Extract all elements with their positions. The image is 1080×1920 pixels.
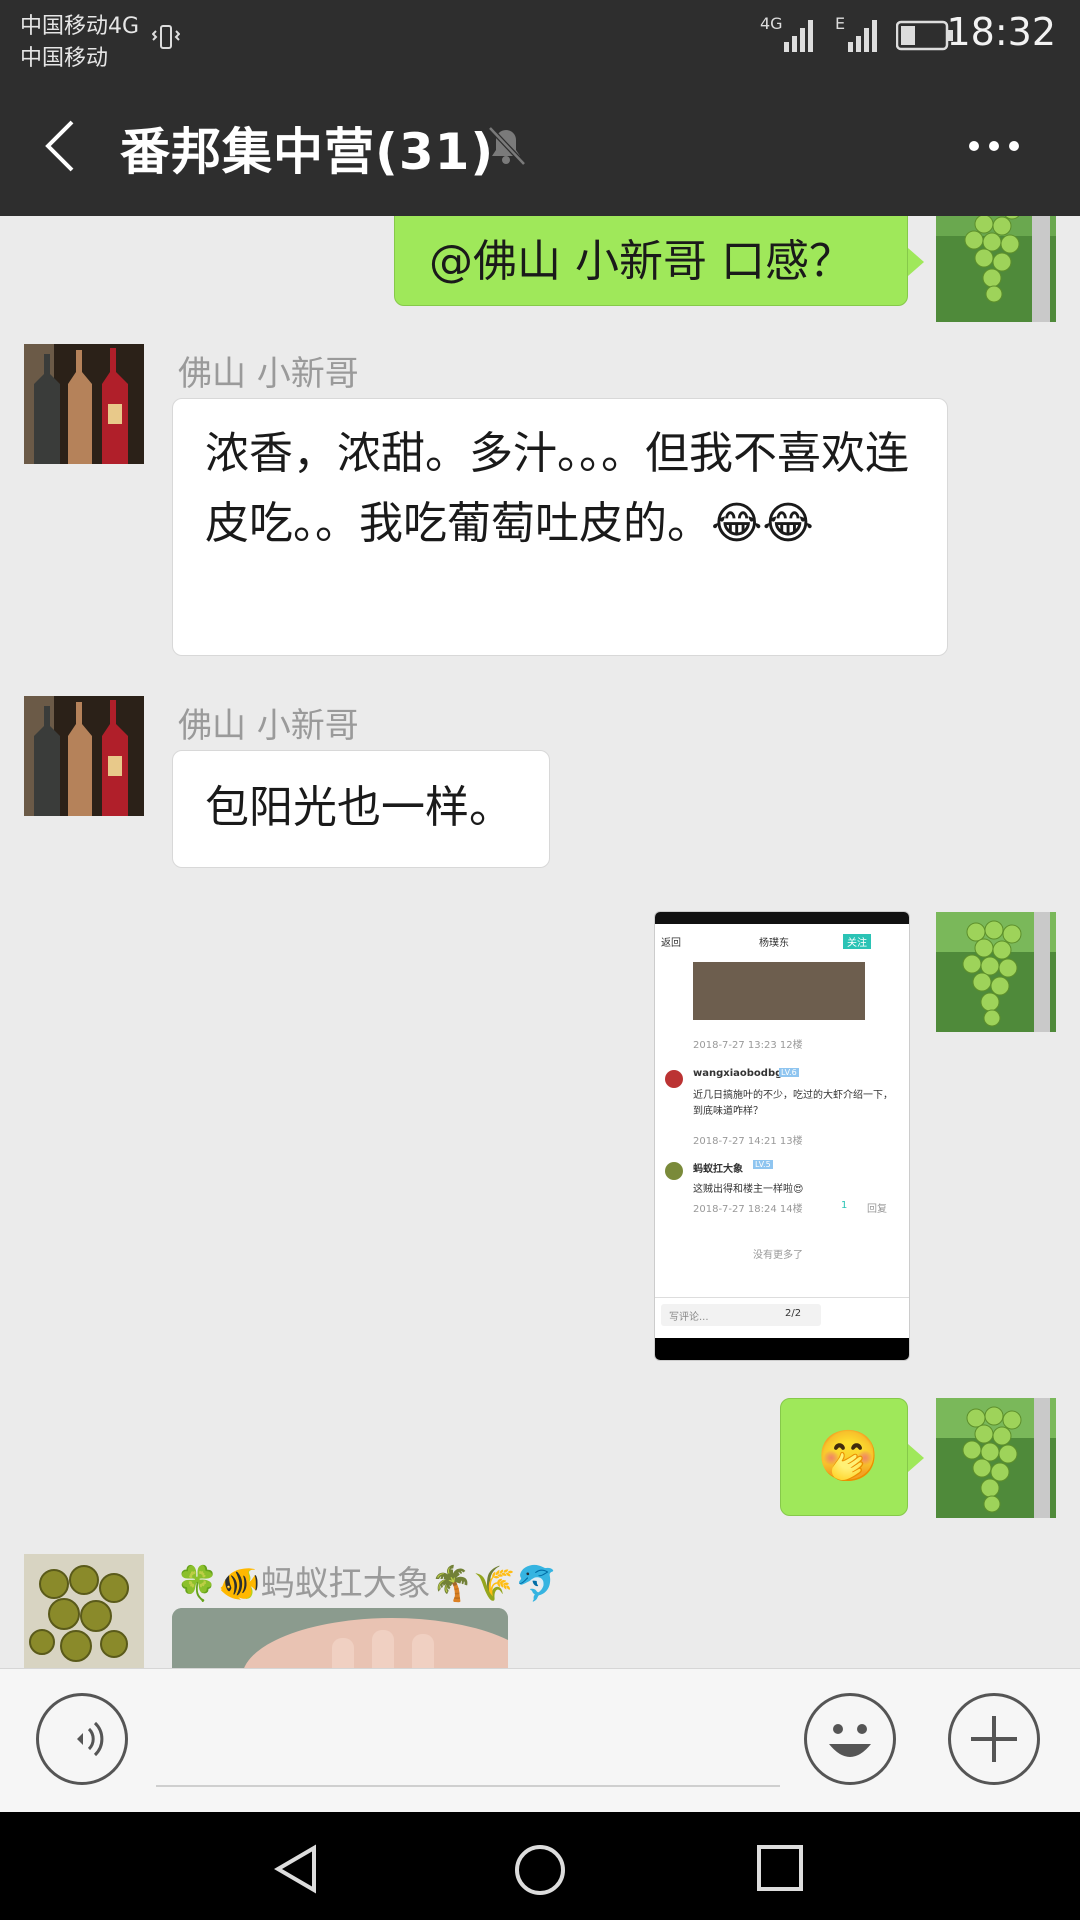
message-text: 包阳光也一样。 bbox=[205, 782, 513, 833]
thumb-meta: 2018-7-27 18:24 14楼 bbox=[693, 1204, 803, 1215]
more-dots-icon[interactable] bbox=[966, 138, 1026, 154]
nav-recents-icon[interactable] bbox=[756, 1844, 804, 1892]
thumb-reply: 回复 bbox=[867, 1204, 887, 1215]
thumb-comment-user: wangxiaobodbg bbox=[693, 1068, 783, 1079]
chat-header: 番邦集中营(31) bbox=[0, 74, 1080, 216]
message-input-bar bbox=[0, 1668, 1080, 1813]
chat-title: 番邦集中营(31) bbox=[120, 123, 495, 181]
thumb-likes: 1 bbox=[841, 1200, 848, 1211]
message-bubble-other[interactable]: 包阳光也一样。 bbox=[172, 750, 550, 868]
sender-name: 佛山 小新哥 bbox=[178, 706, 359, 746]
message-text: @佛山 小新哥 口感？ bbox=[429, 236, 853, 287]
network-4g-label: 4G bbox=[760, 14, 783, 33]
avatar-self[interactable] bbox=[936, 912, 1056, 1032]
nav-home-icon[interactable] bbox=[512, 1842, 568, 1898]
bell-off-icon bbox=[488, 126, 526, 166]
chevron-left-icon[interactable] bbox=[40, 118, 80, 174]
avatar-foshan-xiaoxinge[interactable] bbox=[24, 696, 144, 816]
thumb-back-label: 返回 bbox=[661, 938, 681, 949]
shared-screenshot-image[interactable]: 返回 杨璞东 关注 2018-7-27 13:23 12楼 wangxiaobo… bbox=[654, 911, 910, 1361]
message-bubble-self[interactable]: @佛山 小新哥 口感？ bbox=[394, 216, 908, 306]
avatar-foshan-xiaoxinge[interactable] bbox=[24, 344, 144, 464]
carrier-label-2: 中国移动 bbox=[20, 46, 109, 71]
clock: 18:32 bbox=[946, 10, 1056, 54]
avatar-mayi-kangdaxiang[interactable] bbox=[24, 1554, 144, 1668]
image-message[interactable] bbox=[172, 1608, 508, 1668]
thumb-follow-label: 关注 bbox=[843, 934, 871, 949]
thumb-comment-user: 蚂蚁扛大象 bbox=[693, 1164, 743, 1175]
bubble-tail bbox=[908, 248, 924, 276]
message-bubble-other[interactable]: 浓香，浓甜。多汁。。。但我不喜欢连皮吃。。我吃葡萄吐皮的。😂😂 bbox=[172, 398, 948, 656]
network-e-label: E bbox=[835, 14, 846, 33]
sender-name: 🍀🐠蚂蚁扛大象🌴🌾🐬 bbox=[176, 1564, 558, 1604]
thumb-comment-text: 这贼出得和楼主一样啦😍 bbox=[693, 1184, 804, 1195]
thumb-write: 写评论... bbox=[669, 1312, 709, 1323]
avatar-self[interactable] bbox=[936, 216, 1056, 322]
bubble-tail bbox=[908, 1444, 924, 1472]
vibrate-icon bbox=[152, 25, 180, 49]
thumb-badge: LV.5 bbox=[753, 1160, 773, 1169]
sender-name: 佛山 小新哥 bbox=[178, 354, 359, 394]
message-bubble-self[interactable]: 🤭 bbox=[780, 1398, 908, 1516]
emoji-icon[interactable] bbox=[804, 1693, 896, 1785]
avatar-self[interactable] bbox=[936, 1398, 1056, 1518]
message-list[interactable]: @佛山 小新哥 口感？ 佛山 小新哥 浓香，浓甜。多汁。。。但我不喜欢连皮吃。。… bbox=[0, 216, 1080, 1668]
thumb-badge: LV.6 bbox=[779, 1068, 799, 1077]
signal-icon-2 bbox=[848, 20, 877, 52]
thumb-user-label: 杨璞东 bbox=[759, 938, 789, 949]
nav-back-icon[interactable] bbox=[274, 1844, 320, 1894]
thumb-page: 2/2 bbox=[785, 1308, 802, 1319]
plus-icon[interactable] bbox=[948, 1693, 1040, 1785]
message-text: 浓香，浓甜。多汁。。。但我不喜欢连皮吃。。我吃葡萄吐皮的。😂😂 bbox=[205, 428, 909, 549]
signal-icon bbox=[784, 20, 813, 52]
message-text: 🤭 bbox=[817, 1427, 880, 1485]
thumb-no-more: 没有更多了 bbox=[753, 1250, 803, 1261]
system-nav-bar bbox=[0, 1812, 1080, 1920]
voice-icon[interactable] bbox=[36, 1693, 128, 1785]
thumb-meta: 2018-7-27 13:23 12楼 bbox=[693, 1040, 803, 1051]
battery-icon bbox=[896, 20, 953, 51]
thumb-comment-text: 近几日搞施叶的不少，吃过的大虾介绍一下，到底味道咋样？ bbox=[693, 1090, 893, 1117]
thumb-meta: 2018-7-27 14:21 13楼 bbox=[693, 1136, 803, 1147]
text-input-field[interactable] bbox=[156, 1785, 780, 1787]
carrier-label-1: 中国移动4G bbox=[20, 14, 140, 39]
status-bar: 中国移动4G 中国移动 4G E 18:32 bbox=[0, 0, 1080, 74]
